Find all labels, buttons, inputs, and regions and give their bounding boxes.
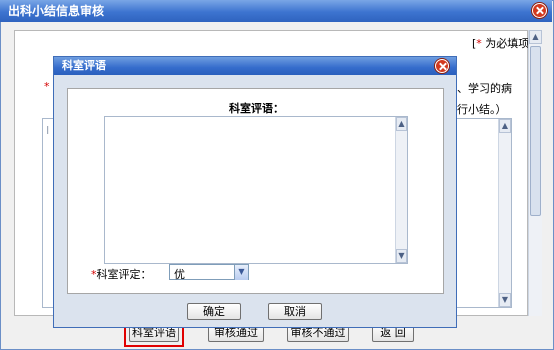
cancel-button[interactable]: 取消 xyxy=(268,303,322,320)
bg-text-line2: 行小结。） xyxy=(457,103,507,116)
comment-dialog: 科室评语 科室评语： ▲ ▼ *科室评定： 优 ▼ 确定 取消 xyxy=(53,56,457,328)
chevron-down-icon[interactable]: ▼ xyxy=(234,265,248,280)
confirm-button[interactable]: 确定 xyxy=(187,303,241,320)
comment-scrollbar[interactable]: ▲ ▼ xyxy=(395,117,407,263)
rating-label-text: 科室评定： xyxy=(96,268,152,281)
bg-scroll-down-icon[interactable]: ▼ xyxy=(499,293,511,307)
dialog-title: 科室评语 xyxy=(54,57,456,75)
comment-scroll-up-icon[interactable]: ▲ xyxy=(396,117,407,131)
scroll-up-icon[interactable]: ▲ xyxy=(529,30,542,44)
bg-textarea-scrollbar[interactable]: ▲ ▼ xyxy=(498,119,511,307)
window-close-icon[interactable] xyxy=(532,3,547,18)
rating-selected-value: 优 xyxy=(174,268,185,281)
rating-label: *科室评定： xyxy=(91,266,152,282)
bg-text-line1: 、学习的病 xyxy=(457,82,512,95)
window-scrollbar[interactable]: ▲ xyxy=(528,30,542,316)
bg-required-star: * xyxy=(44,80,50,93)
bg-textarea-fragment: I xyxy=(46,124,50,137)
rating-select[interactable]: 优 ▼ xyxy=(169,264,249,281)
comment-scroll-down-icon[interactable]: ▼ xyxy=(396,249,407,263)
scrollbar-thumb[interactable] xyxy=(530,46,541,216)
dialog-close-icon[interactable] xyxy=(435,59,449,73)
window-title: 出科小结信息审核 xyxy=(0,0,552,22)
required-note: [* 为必填项] xyxy=(472,35,534,51)
comment-textarea[interactable] xyxy=(104,116,408,264)
bg-scroll-up-icon[interactable]: ▲ xyxy=(499,119,511,133)
comment-label: 科室评语： xyxy=(229,102,284,115)
required-note-text: 为必填项 xyxy=(481,37,530,50)
dialog-body: 科室评语： ▲ ▼ *科室评定： 优 ▼ xyxy=(67,88,444,294)
